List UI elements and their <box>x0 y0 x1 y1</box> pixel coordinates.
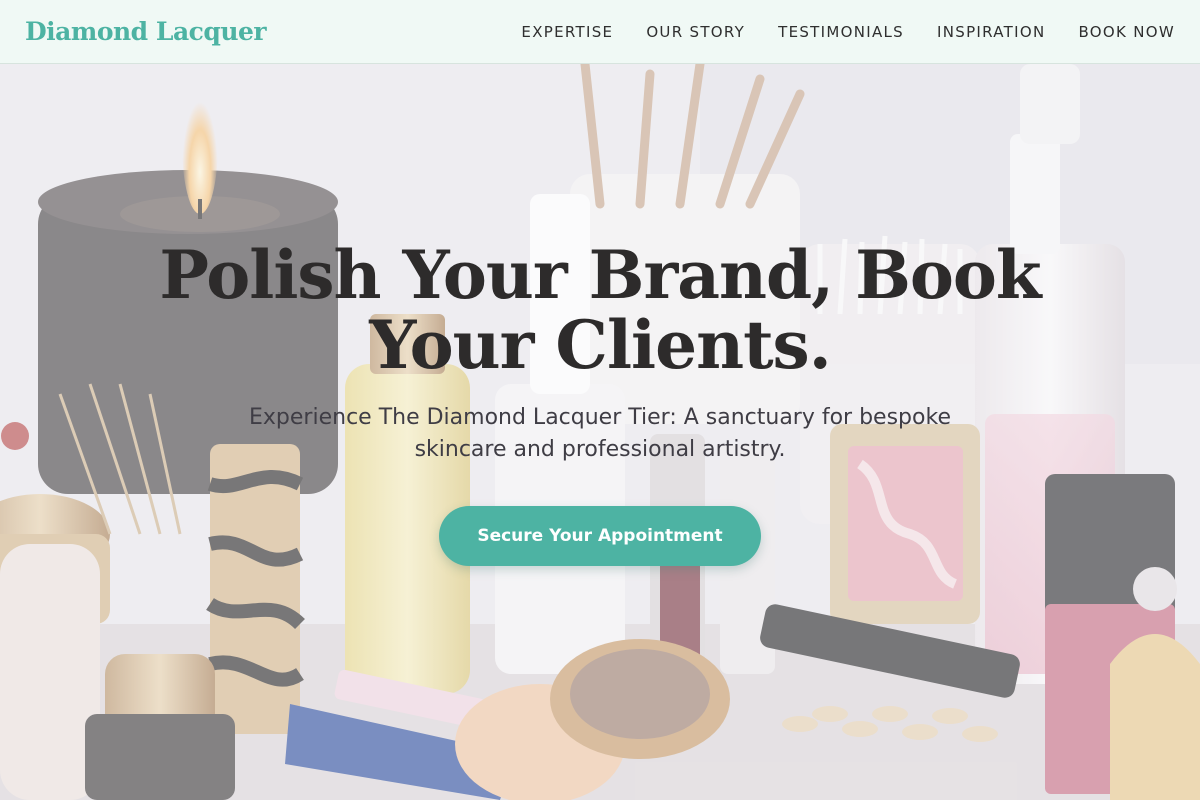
hero-headline-line-2: Your Clients. <box>369 306 831 384</box>
hero-section: Polish Your Brand, Book Your Clients. Ex… <box>0 64 1200 800</box>
hero-headline-line-1: Polish Your Brand, Book <box>159 236 1041 314</box>
nav-link-testimonials[interactable]: TESTIMONIALS <box>778 23 904 41</box>
brand-logo[interactable]: Diamond Lacquer <box>25 17 267 46</box>
main-nav: EXPERTISE OUR STORY TESTIMONIALS INSPIRA… <box>521 23 1175 41</box>
nav-link-our-story[interactable]: OUR STORY <box>646 23 745 41</box>
hero-headline: Polish Your Brand, Book Your Clients. <box>150 240 1050 380</box>
hero-subheadline: Experience The Diamond Lacquer Tier: A s… <box>249 405 951 462</box>
nav-link-inspiration[interactable]: INSPIRATION <box>937 23 1045 41</box>
secure-appointment-button[interactable]: Secure Your Appointment <box>439 506 761 566</box>
top-navigation-bar: Diamond Lacquer EXPERTISE OUR STORY TEST… <box>0 0 1200 64</box>
nav-link-book-now[interactable]: BOOK NOW <box>1078 23 1175 41</box>
nav-link-expertise[interactable]: EXPERTISE <box>521 23 613 41</box>
